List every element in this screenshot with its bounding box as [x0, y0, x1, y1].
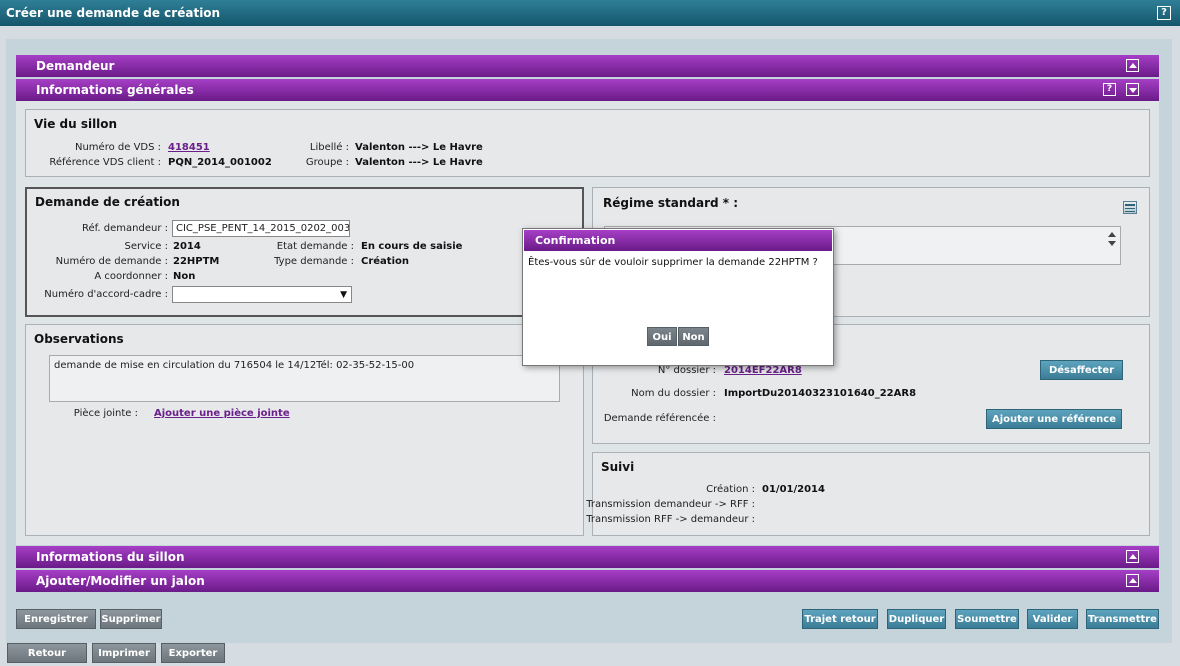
nom-dossier-label: Nom du dossier : — [631, 388, 716, 399]
demande-referencee-label: Demande référencée : — [603, 413, 716, 424]
dropdown-arrow-icon: ▼ — [340, 290, 347, 300]
confirmation-dialog: Confirmation Êtes-vous sûr de vouloir su… — [522, 228, 834, 366]
ref-vds-label: Référence VDS client : — [49, 157, 161, 168]
transmettre-button[interactable]: Transmettre — [1086, 609, 1159, 629]
num-dossier-link[interactable]: 2014EF22AR8 — [724, 365, 802, 376]
window-titlebar: Créer une demande de création ? — [0, 0, 1180, 26]
observations-title: Observations — [34, 332, 124, 346]
expand-down-icon[interactable] — [1126, 83, 1139, 96]
panel-demandeur[interactable]: Demandeur — [16, 55, 1159, 77]
exporter-button[interactable]: Exporter — [161, 643, 225, 663]
oui-button[interactable]: Oui — [647, 327, 677, 346]
ref-demandeur-label: Réf. demandeur : — [81, 223, 168, 234]
dupliquer-button[interactable]: Dupliquer — [887, 609, 946, 629]
scroll-up-icon[interactable] — [1108, 232, 1116, 237]
service-label: Service : — [124, 241, 168, 252]
non-button[interactable]: Non — [678, 327, 709, 346]
calendar-icon[interactable] — [1123, 201, 1137, 214]
enregistrer-button[interactable]: Enregistrer — [16, 609, 96, 629]
help-icon[interactable]: ? — [1157, 6, 1171, 20]
accord-cadre-label: Numéro d'accord-cadre : — [44, 289, 168, 300]
service-value: 2014 — [173, 241, 201, 252]
creation-label: Création : — [706, 484, 755, 495]
ref-vds-value: PQN_2014_001002 — [168, 157, 272, 168]
dialog-title: Confirmation — [524, 230, 832, 251]
panel-jalon[interactable]: Ajouter/Modifier un jalon — [16, 570, 1159, 592]
libelle-label: Libellé : — [309, 142, 349, 153]
retour-button[interactable]: Retour — [7, 643, 87, 663]
type-demande-value: Création — [361, 256, 409, 267]
scroll-down-icon[interactable] — [1108, 241, 1116, 246]
creation-value: 01/01/2014 — [762, 484, 825, 495]
suivi-title: Suivi — [601, 460, 635, 474]
accord-cadre-select[interactable]: ▼ — [172, 286, 352, 303]
num-vds-label: Numéro de VDS : — [74, 142, 161, 153]
panel-infos-sillon-label: Informations du sillon — [36, 550, 185, 564]
ajouter-piece-jointe-link[interactable]: Ajouter une pièce jointe — [154, 408, 290, 419]
demande-creation-title: Demande de création — [35, 195, 180, 209]
window-title: Créer une demande de création — [6, 6, 221, 20]
soumettre-button[interactable]: Soumettre — [955, 609, 1019, 629]
panel-help-icon[interactable]: ? — [1103, 83, 1116, 96]
observations-textarea[interactable]: demande de mise en circulation du 716504… — [49, 355, 560, 402]
regime-standard-title: Régime standard * : — [603, 196, 739, 210]
collapse-up-icon[interactable] — [1126, 59, 1139, 72]
nom-dossier-value: ImportDu20140323101640_22AR8 — [724, 388, 917, 399]
piece-jointe-label: Pièce jointe : — [73, 408, 138, 419]
panel-informations-generales[interactable]: Informations générales ? — [16, 79, 1159, 101]
collapse-up-icon[interactable] — [1126, 574, 1139, 587]
panel-informations-sillon[interactable]: Informations du sillon — [16, 546, 1159, 568]
panel-infos-generales-label: Informations générales — [36, 83, 194, 97]
supprimer-button[interactable]: Supprimer — [100, 609, 162, 629]
vie-sillon-title: Vie du sillon — [34, 117, 118, 131]
libelle-value: Valenton ---> Le Havre — [355, 142, 483, 153]
ajouter-reference-button[interactable]: Ajouter une référence — [986, 409, 1122, 429]
transmission-rff-label: Transmission RFF -> demandeur : — [586, 514, 755, 525]
trajet-retour-button[interactable]: Trajet retour — [802, 609, 878, 629]
num-demande-label: Numéro de demande : — [55, 256, 168, 267]
groupe-value: Valenton ---> Le Havre — [355, 157, 483, 168]
regime-scrollbar[interactable] — [1105, 228, 1119, 263]
panel-jalon-label: Ajouter/Modifier un jalon — [36, 574, 205, 588]
etat-demande-label: Etat demande : — [276, 241, 354, 252]
num-demande-value: 22HPTM — [173, 256, 220, 267]
desaffecter-button[interactable]: Désaffecter — [1040, 360, 1123, 380]
coordonner-value: Non — [173, 271, 196, 282]
type-demande-label: Type demande : — [274, 256, 354, 267]
imprimer-button[interactable]: Imprimer — [92, 643, 156, 663]
panel-demandeur-label: Demandeur — [36, 59, 115, 73]
transmission-demandeur-label: Transmission demandeur -> RFF : — [586, 499, 755, 510]
num-dossier-label: N° dossier : — [657, 365, 716, 376]
groupe-label: Groupe : — [305, 157, 349, 168]
collapse-up-icon[interactable] — [1126, 550, 1139, 563]
etat-demande-value: En cours de saisie — [361, 241, 463, 252]
coordonner-label: A coordonner : — [94, 271, 168, 282]
ref-demandeur-input[interactable]: CIC_PSE_PENT_14_2015_0202_003 — [172, 220, 350, 237]
dialog-message: Êtes-vous sûr de vouloir supprimer la de… — [528, 257, 818, 268]
num-vds-link[interactable]: 418451 — [168, 142, 210, 153]
valider-button[interactable]: Valider — [1027, 609, 1078, 629]
